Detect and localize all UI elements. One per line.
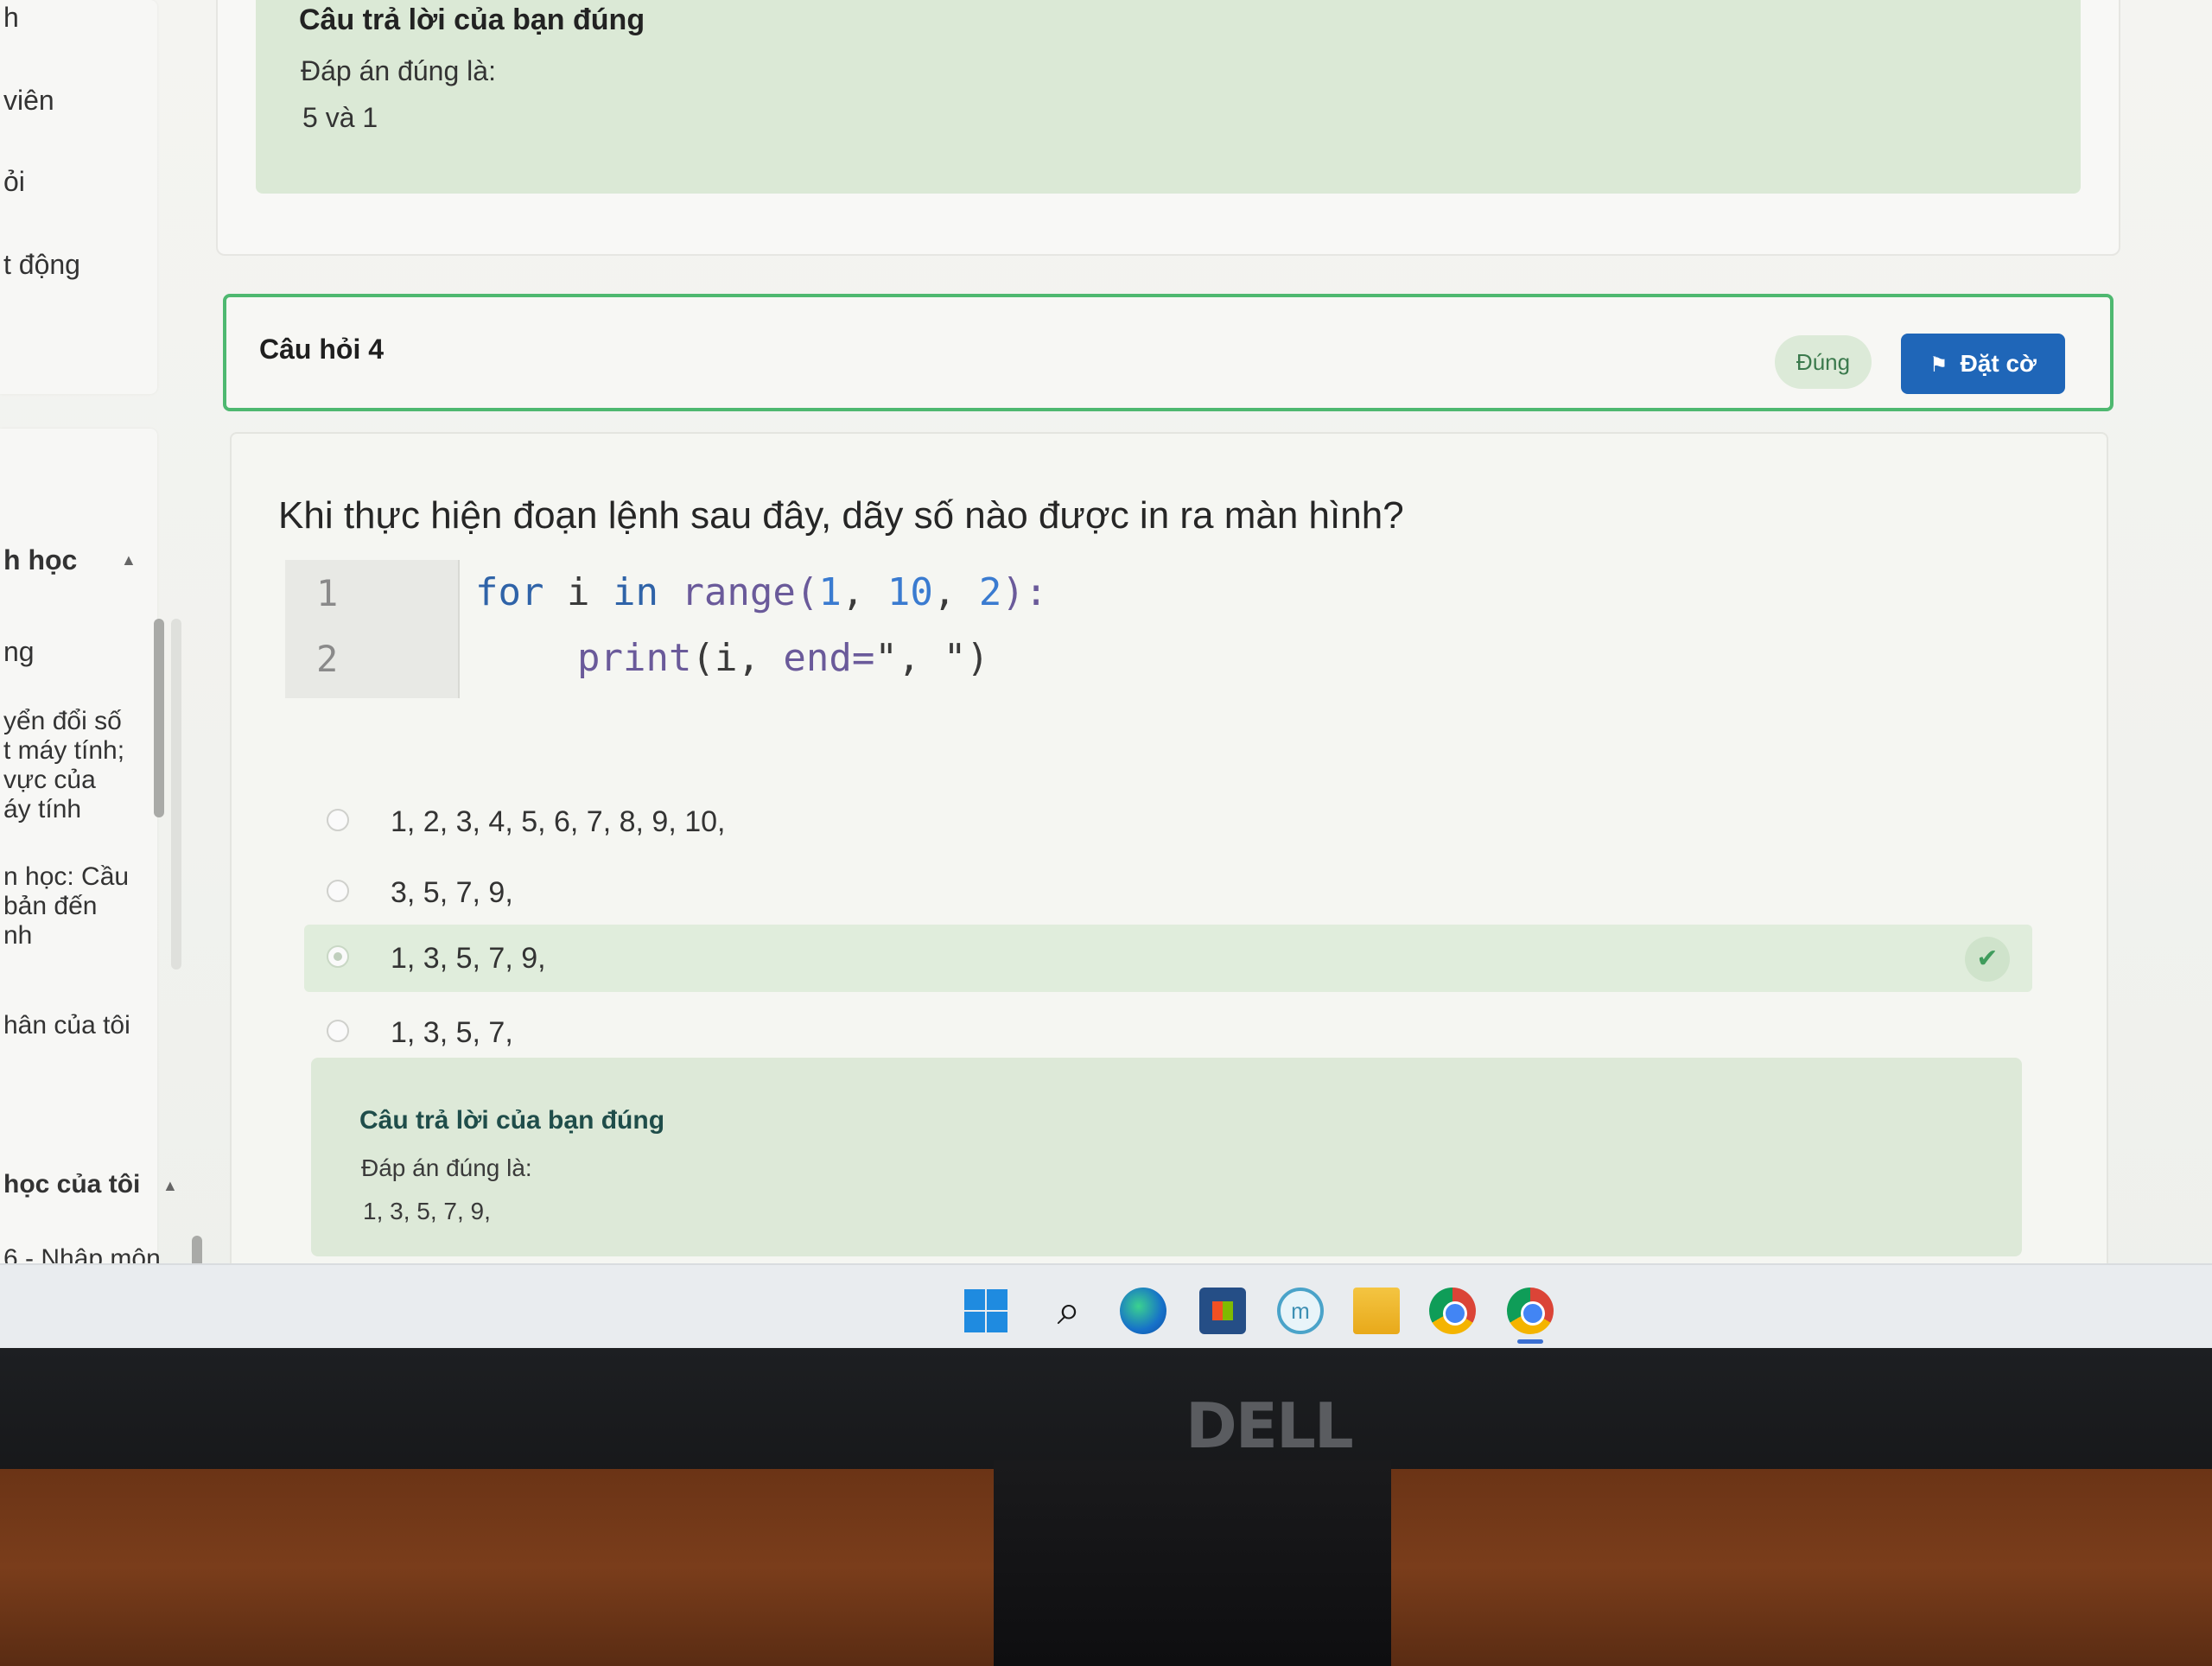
code-line-2: print(i, end=", ") <box>577 636 989 680</box>
answer-option-b[interactable]: 3, 5, 7, 9, <box>304 859 2032 926</box>
sidebar-item-8[interactable]: hân của tôi <box>3 1011 130 1040</box>
code-function: range( <box>658 570 819 614</box>
windows-start-icon[interactable] <box>963 1288 1009 1334</box>
sidebar-section-my-courses[interactable]: học của tôi <box>3 1170 140 1199</box>
sidebar-item-2[interactable]: ỏi <box>3 166 25 197</box>
code-block: 1 2 for i in range(1, 10, 2): print(i, e… <box>285 560 1495 698</box>
course-sidebar: h viên ỏi t động h học ▲ ng yển đổi số t… <box>0 0 202 1302</box>
option-text: 3, 5, 7, 9, <box>391 876 513 909</box>
radio-button[interactable] <box>327 1020 349 1042</box>
correct-answer-value: 1, 3, 5, 7, 9, <box>363 1198 491 1224</box>
code-kwarg: end= <box>783 636 875 680</box>
caret-up-icon[interactable]: ▲ <box>121 551 137 569</box>
code-number: 10 <box>887 570 933 614</box>
checkmark-icon: ✔ <box>1965 937 2010 982</box>
answer-option-a[interactable]: 1, 2, 3, 4, 5, 6, 7, 8, 9, 10, <box>304 788 2032 855</box>
app-icon[interactable]: m <box>1277 1288 1324 1334</box>
code-var: i <box>543 570 613 614</box>
sidebar-item-0[interactable]: h <box>3 2 19 33</box>
sidebar-scroll-track <box>171 619 181 970</box>
code-sep: , <box>841 570 887 614</box>
code-keyword: in <box>612 570 658 614</box>
sidebar-item-1[interactable]: viên <box>3 85 54 116</box>
dell-logo: DELL <box>1185 1389 1354 1462</box>
line-number-1: 1 <box>316 572 339 614</box>
radio-button-checked[interactable] <box>327 945 349 968</box>
code-args: (i, <box>691 636 784 680</box>
sidebar-section-course[interactable]: h học <box>3 544 77 575</box>
flag-button-label: Đặt cờ <box>1960 350 2037 377</box>
screen: h viên ỏi t động h học ▲ ng yển đổi số t… <box>0 0 2212 1348</box>
windows-taskbar <box>0 1263 2212 1348</box>
feedback-box <box>311 1058 2022 1256</box>
code-close: ) <box>966 636 989 680</box>
question-state-badge: Đúng <box>1775 335 1872 389</box>
file-explorer-icon[interactable] <box>1353 1288 1400 1334</box>
chrome-icon[interactable] <box>1429 1288 1476 1334</box>
sidebar-card-top <box>0 0 157 394</box>
code-string: ", " <box>874 636 967 680</box>
answer-option-d[interactable]: 1, 3, 5, 7, <box>304 999 2032 1066</box>
option-text: 1, 3, 5, 7, 9, <box>391 942 546 975</box>
sidebar-item-6[interactable]: yển đổi số t máy tính; vực của áy tính <box>3 707 124 824</box>
code-function: print <box>577 636 692 680</box>
radio-button[interactable] <box>327 809 349 831</box>
answer-option-c[interactable]: 1, 3, 5, 7, 9, ✔ <box>304 925 2032 992</box>
previous-correct-answer-label: Đáp án đúng là: <box>301 55 496 86</box>
code-sep: , <box>932 570 979 614</box>
store-icon[interactable] <box>1199 1288 1246 1334</box>
active-app-indicator <box>1517 1339 1543 1344</box>
correct-answer-label: Đáp án đúng là: <box>361 1154 532 1181</box>
option-text: 1, 2, 3, 4, 5, 6, 7, 8, 9, 10, <box>391 805 726 838</box>
sidebar-item-7[interactable]: n học: Cầu bản đến nh <box>3 862 129 951</box>
previous-feedback-title: Câu trả lời của bạn đúng <box>299 3 645 36</box>
code-gutter <box>285 560 460 698</box>
flag-question-button[interactable]: ⚑ Đặt cờ <box>1901 334 2065 394</box>
chrome-profile-icon[interactable] <box>1507 1288 1554 1334</box>
code-keyword: for <box>475 570 544 614</box>
sidebar-scrollbar[interactable] <box>154 619 164 817</box>
radio-button[interactable] <box>327 880 349 902</box>
question-number: Câu hỏi 4 <box>259 334 385 365</box>
previous-correct-answer-value: 5 và 1 <box>302 102 378 133</box>
question-text: Khi thực hiện đoạn lệnh sau đây, dãy số … <box>278 494 1404 537</box>
search-icon[interactable]: ⌕ <box>1046 1288 1092 1334</box>
monitor-stand <box>994 1460 1391 1666</box>
monitor-bezel <box>0 1348 2212 1478</box>
flag-icon: ⚑ <box>1929 353 1948 377</box>
code-number: 1 <box>818 570 842 614</box>
sidebar-item-5[interactable]: ng <box>3 636 35 667</box>
option-text: 1, 3, 5, 7, <box>391 1016 513 1049</box>
feedback-title: Câu trả lời của bạn đúng <box>359 1106 665 1135</box>
code-end: ): <box>1001 570 1048 614</box>
code-line-1: for i in range(1, 10, 2): <box>475 570 1047 614</box>
code-number: 2 <box>978 570 1002 614</box>
line-number-2: 2 <box>316 638 339 680</box>
edge-icon[interactable] <box>1120 1288 1166 1334</box>
caret-up-icon[interactable]: ▲ <box>162 1177 178 1195</box>
sidebar-item-3[interactable]: t động <box>3 249 80 280</box>
